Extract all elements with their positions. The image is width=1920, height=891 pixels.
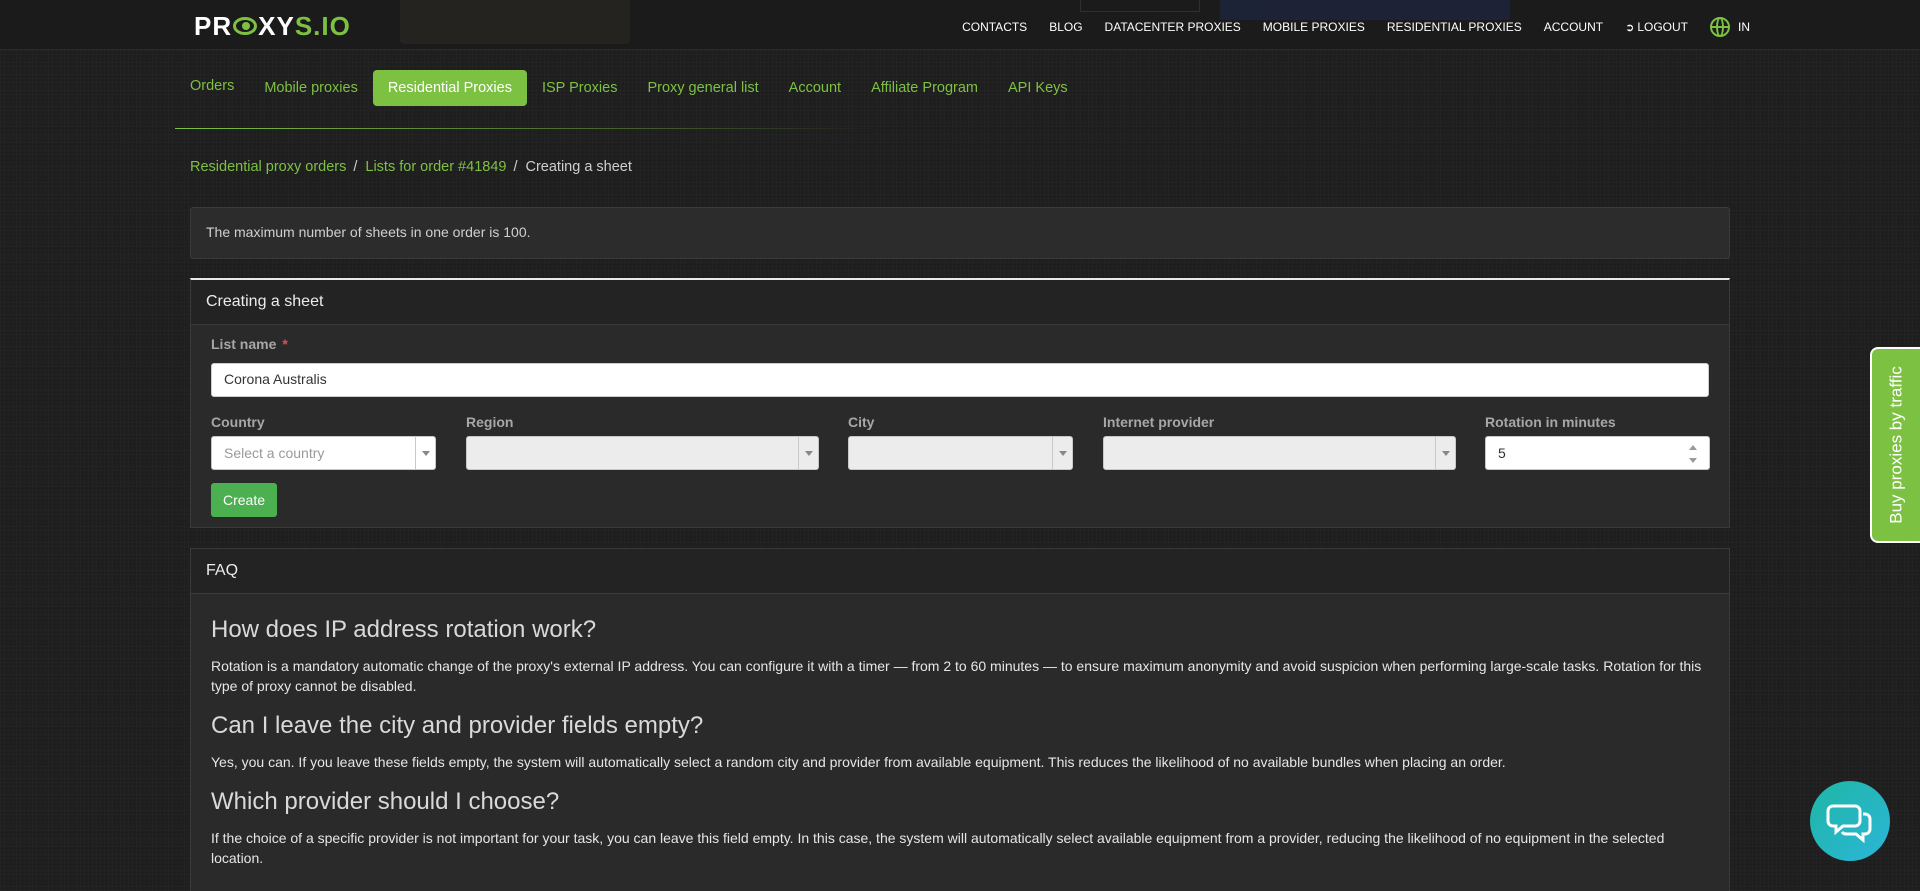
chat-icon bbox=[1826, 804, 1872, 844]
language-label: IN bbox=[1738, 20, 1750, 34]
provider-select[interactable] bbox=[1103, 436, 1456, 470]
nav-blog[interactable]: BLOG bbox=[1049, 20, 1082, 34]
tab-mobile-proxies[interactable]: Mobile proxies bbox=[249, 70, 373, 106]
breadcrumb: Residential proxy orders / Lists for ord… bbox=[190, 159, 632, 175]
faq-panel: FAQ How does IP address rotation work? R… bbox=[190, 548, 1730, 891]
nav-account[interactable]: ACCOUNT bbox=[1544, 20, 1603, 34]
region-select[interactable] bbox=[466, 436, 819, 470]
top-nav: CONTACTS BLOG DATACENTER PROXIES MOBILE … bbox=[962, 17, 1750, 37]
provider-label: Internet provider bbox=[1103, 414, 1215, 430]
faq-answer: Rotation is a mandatory automatic change… bbox=[211, 658, 1702, 694]
info-alert: The maximum number of sheets in one orde… bbox=[190, 207, 1730, 259]
chevron-down-icon bbox=[798, 437, 818, 469]
breadcrumb-residential-orders[interactable]: Residential proxy orders bbox=[190, 159, 346, 175]
create-sheet-panel: Creating a sheet List name * Corona Austr… bbox=[190, 278, 1730, 528]
stepper-icon[interactable] bbox=[1687, 445, 1699, 463]
country-label: Country bbox=[211, 414, 265, 430]
create-button[interactable]: Create bbox=[211, 483, 278, 517]
nav-datacenter-proxies[interactable]: DATACENTER PROXIES bbox=[1105, 20, 1241, 34]
breadcrumb-current: Creating a sheet bbox=[525, 159, 632, 175]
nav-contacts[interactable]: CONTACTS bbox=[962, 20, 1027, 34]
faq-title: FAQ bbox=[191, 549, 1729, 594]
list-name-input[interactable]: Corona Australis bbox=[211, 363, 1709, 397]
stepper-down-icon[interactable] bbox=[1689, 458, 1697, 463]
top-bar: PR XY S.IO CONTACTS BLOG DATACENTER PROX… bbox=[0, 0, 1920, 50]
tabs-divider bbox=[175, 128, 875, 129]
nav-mobile-proxies[interactable]: MOBILE PROXIES bbox=[1263, 20, 1365, 34]
nav-residential-proxies[interactable]: RESIDENTIAL PROXIES bbox=[1387, 20, 1522, 34]
tab-proxy-general-list[interactable]: Proxy general list bbox=[632, 70, 773, 106]
logo[interactable]: PR XY S.IO bbox=[194, 10, 351, 41]
country-select[interactable]: Select a country bbox=[211, 436, 436, 470]
breadcrumb-separator: / bbox=[353, 159, 358, 175]
logo-text-mid: XY bbox=[258, 10, 295, 41]
globe-icon bbox=[1710, 17, 1730, 37]
chevron-down-icon bbox=[415, 437, 435, 469]
logout-link[interactable]: ➲ LOGOUT bbox=[1625, 20, 1688, 34]
tab-residential-proxies[interactable]: Residential Proxies bbox=[372, 70, 527, 106]
chevron-down-icon bbox=[1052, 437, 1072, 469]
faq-answer: Yes, you can. If you leave these fields … bbox=[211, 754, 1506, 770]
buy-by-traffic-label: Buy proxies by traffic bbox=[1887, 366, 1907, 524]
rotation-input[interactable]: 5 bbox=[1485, 436, 1710, 470]
region-label: Region bbox=[466, 414, 514, 430]
logo-text-right: S.IO bbox=[294, 10, 351, 41]
rotation-label: Rotation in minutes bbox=[1485, 414, 1616, 430]
breadcrumb-lists-for-order[interactable]: Lists for order #41849 bbox=[365, 159, 506, 175]
breadcrumb-separator: / bbox=[513, 159, 518, 175]
tab-orders[interactable]: Orders bbox=[175, 68, 249, 104]
stepper-up-icon[interactable] bbox=[1689, 445, 1697, 450]
faq-answer: If the choice of a specific provider is … bbox=[211, 830, 1665, 866]
tab-isp-proxies[interactable]: ISP Proxies bbox=[527, 70, 633, 106]
language-switcher[interactable]: IN bbox=[1710, 17, 1750, 37]
faq-body: How does IP address rotation work? Rotat… bbox=[191, 616, 1729, 868]
required-mark: * bbox=[282, 336, 288, 352]
country-placeholder: Select a country bbox=[224, 445, 325, 461]
faq-question: How does IP address rotation work? bbox=[211, 616, 597, 643]
city-select[interactable] bbox=[848, 436, 1073, 470]
rotation-value: 5 bbox=[1498, 445, 1506, 461]
chat-button[interactable] bbox=[1810, 781, 1890, 861]
logout-icon: ➲ bbox=[1625, 21, 1635, 34]
faq-question: Can I leave the city and provider fields… bbox=[211, 712, 704, 739]
list-name-label: List name * bbox=[211, 336, 288, 352]
faq-question: Which provider should I choose? bbox=[211, 788, 560, 815]
tab-api-keys[interactable]: API Keys bbox=[993, 70, 1083, 106]
logo-eye-icon bbox=[233, 17, 258, 35]
buy-by-traffic-tab[interactable]: Buy proxies by traffic bbox=[1870, 347, 1920, 543]
tab-account[interactable]: Account bbox=[774, 70, 856, 106]
chevron-down-icon bbox=[1435, 437, 1455, 469]
logout-label: LOGOUT bbox=[1637, 20, 1688, 34]
city-label: City bbox=[848, 414, 875, 430]
list-name-label-text: List name bbox=[211, 336, 277, 352]
logo-text-left: PR bbox=[194, 10, 233, 41]
tab-affiliate-program[interactable]: Affiliate Program bbox=[856, 70, 993, 106]
account-tabs: Orders Mobile proxies Residential Proxie… bbox=[175, 68, 1083, 108]
